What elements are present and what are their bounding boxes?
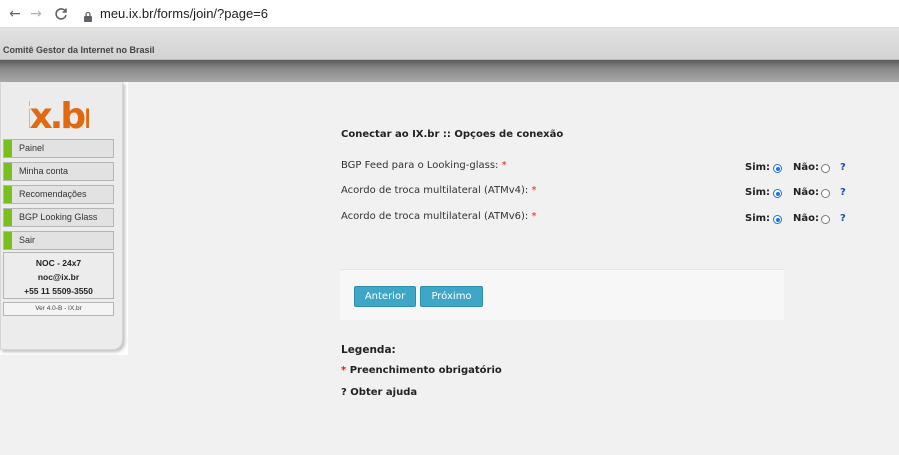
legend-help: ? Obter ajuda — [341, 387, 417, 398]
lock-icon — [82, 8, 94, 22]
required-asterisk: * — [531, 211, 537, 222]
forward-arrow-icon[interactable]: → — [27, 5, 45, 23]
sidebar-item-bgp-looking-glass[interactable]: BGP Looking Glass — [3, 208, 114, 227]
legend-help-mark: ? — [341, 387, 347, 398]
sidebar-item-painel[interactable]: Painel — [3, 139, 114, 158]
atmv6-no-radio[interactable] — [821, 215, 830, 224]
address-bar[interactable]: meu.ix.br/forms/join/?page=6 — [100, 6, 268, 22]
no-label: Não: — [793, 213, 819, 224]
bgp-feed-help-icon[interactable]: ? — [840, 162, 846, 173]
no-label: Não: — [793, 187, 819, 198]
form-title: Conectar ao IX.br :: Opçoes de conexão — [341, 129, 564, 140]
noc-contact-box: NOC - 24x7 noc@ix.br +55 11 5509-3550 — [3, 252, 114, 299]
sidebar-panel: ix.br Painel Minha conta Recomendações B… — [0, 82, 123, 350]
sidebar-menu: Painel Minha conta Recomendações BGP Loo… — [3, 139, 114, 254]
header-band — [0, 60, 899, 82]
noc-phone: +55 11 5509-3550 — [24, 286, 93, 296]
form-actions-panel: Anterior Próximo — [340, 269, 784, 320]
version-label: Ver 4.0-B - IX.br — [3, 302, 114, 316]
required-asterisk: * — [341, 365, 347, 376]
atmv6-yes-radio[interactable] — [773, 215, 782, 224]
yes-label: Sim: — [745, 162, 771, 173]
logo-text: ix.br — [29, 96, 89, 134]
row-label-atmv4: Acordo de troca multilateral (ATMv4): * — [341, 185, 536, 196]
sidebar-item-sair[interactable]: Sair — [3, 231, 114, 250]
back-arrow-icon[interactable]: ← — [6, 5, 24, 23]
row-label-bgp-feed: BGP Feed para o Looking-glass: * — [341, 160, 507, 171]
no-label: Não: — [793, 162, 819, 173]
legend-help-text: Obter ajuda — [350, 387, 418, 398]
legend-required-text: Preenchimento obrigatório — [349, 365, 502, 376]
previous-button[interactable]: Anterior — [354, 286, 416, 307]
noc-email: noc@ix.br — [37, 272, 80, 282]
legend-required: * Preenchimento obrigatório — [341, 365, 502, 376]
atmv4-no-radio[interactable] — [821, 189, 830, 198]
sidebar-item-recomendacoes[interactable]: Recomendações — [3, 185, 114, 204]
row-label-text: Acordo de troca multilateral (ATMv6): — [341, 211, 529, 222]
yes-label: Sim: — [745, 213, 771, 224]
yes-label: Sim: — [745, 187, 771, 198]
site-header: Comitê Gestor da Internet no Brasil — [0, 28, 899, 60]
row-label-text: BGP Feed para o Looking-glass: — [341, 160, 499, 171]
site-title: Comitê Gestor da Internet no Brasil — [3, 45, 155, 55]
reload-icon[interactable] — [52, 5, 70, 23]
row-label-text: Acordo de troca multilateral (ATMv4): — [341, 185, 529, 196]
ixbr-logo[interactable]: ix.br — [20, 92, 104, 137]
noc-title: NOC - 24x7 — [35, 258, 82, 268]
row-label-atmv6: Acordo de troca multilateral (ATMv6): * — [341, 211, 536, 222]
bgp-feed-yes-radio[interactable] — [773, 164, 782, 173]
bgp-feed-no-radio[interactable] — [821, 164, 830, 173]
next-button[interactable]: Próximo — [420, 286, 483, 307]
browser-toolbar: ← → meu.ix.br/forms/join/?page=6 — [0, 0, 899, 28]
atmv4-help-icon[interactable]: ? — [840, 187, 846, 198]
atmv6-help-icon[interactable]: ? — [840, 213, 846, 224]
required-asterisk: * — [531, 185, 537, 196]
sidebar: ix.br Painel Minha conta Recomendações B… — [0, 82, 128, 355]
atmv4-yes-radio[interactable] — [773, 189, 782, 198]
legend-title: Legenda: — [341, 344, 396, 356]
sidebar-item-minha-conta[interactable]: Minha conta — [3, 162, 114, 181]
required-asterisk: * — [501, 160, 507, 171]
